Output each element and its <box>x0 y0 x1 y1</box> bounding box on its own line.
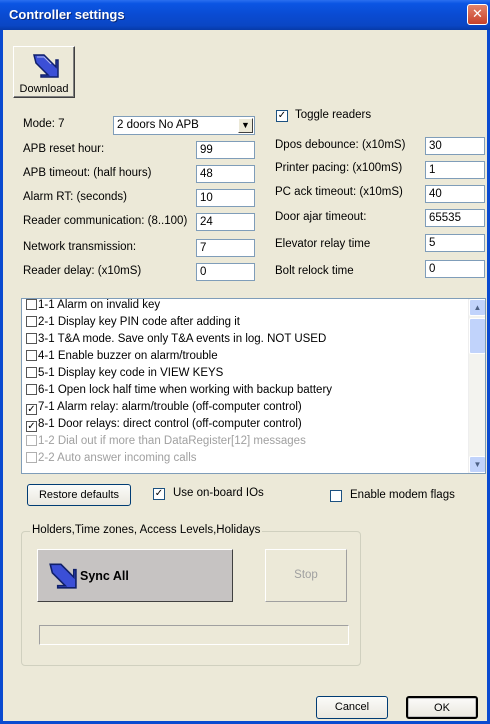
pc-ack-timeout-field[interactable]: 40 <box>425 185 485 203</box>
sync-group-legend: Holders,Time zones, Access Levels,Holida… <box>30 524 263 536</box>
bolt-relock-time-field[interactable]: 0 <box>425 260 485 278</box>
flag-checkbox[interactable] <box>26 367 37 378</box>
sync-all-label: Sync All <box>80 569 129 583</box>
flag-label: 7-1 Alarm relay: alarm/trouble (off-comp… <box>38 401 302 413</box>
sync-all-button[interactable]: Sync All <box>37 549 233 602</box>
reader-delay-label: Reader delay: (x10mS) <box>23 265 142 277</box>
flag-label: 2-1 Display key PIN code after adding it <box>38 316 240 328</box>
elevator-relay-time-field[interactable]: 5 <box>425 234 485 252</box>
flag-checkbox[interactable] <box>26 333 37 344</box>
flag-checkbox[interactable] <box>26 350 37 361</box>
list-item[interactable]: 3-1 T&A mode. Save only T&A events in lo… <box>22 333 485 350</box>
enable-modem-flags-label: Enable modem flags <box>350 489 455 501</box>
apb-reset-hour-field[interactable]: 99 <box>196 141 255 159</box>
close-icon[interactable]: ✕ <box>467 4 488 25</box>
flag-checkbox[interactable] <box>26 384 37 395</box>
flag-label: 8-1 Door relays: direct control (off-com… <box>38 418 302 430</box>
restore-defaults-button[interactable]: Restore defaults <box>27 484 131 506</box>
list-item[interactable]: 5-1 Display key code in VIEW KEYS <box>22 367 485 384</box>
flag-label: 4-1 Enable buzzer on alarm/trouble <box>38 350 218 362</box>
flag-checkbox[interactable]: ✓ <box>26 421 37 432</box>
list-item[interactable]: ✓ 7-1 Alarm relay: alarm/trouble (off-com… <box>22 401 485 418</box>
flags-scrollbar[interactable]: ▲ ▼ <box>468 299 485 473</box>
download-label: Download <box>19 83 69 95</box>
list-item[interactable]: 2-1 Display key PIN code after adding it <box>22 316 485 333</box>
list-item[interactable]: 2-2 Auto answer incoming calls <box>22 452 485 469</box>
use-onboard-ios-checkbox[interactable]: ✓ <box>153 488 165 500</box>
flag-label: 5-1 Display key code in VIEW KEYS <box>38 367 224 379</box>
dpos-debounce-label: Dpos debounce: (x10mS) <box>275 139 406 151</box>
list-item[interactable]: 1-1 Alarm on invalid key <box>22 299 485 316</box>
bolt-relock-time-label: Bolt relock time <box>275 265 354 277</box>
download-arrow-icon <box>33 54 59 78</box>
scroll-up-icon[interactable]: ▲ <box>469 299 485 316</box>
download-button[interactable]: Download <box>13 46 75 98</box>
flag-checkbox[interactable] <box>26 299 37 310</box>
controller-settings-window: Controller settings ✕ Download Mode: 7 2… <box>0 0 490 724</box>
door-ajar-timeout-label: Door ajar timeout: <box>275 211 367 223</box>
flag-label: 3-1 T&A mode. Save only T&A events in lo… <box>38 333 327 345</box>
apb-reset-hour-label: APB reset hour: <box>23 143 105 155</box>
toggle-readers-checkbox[interactable]: ✓ <box>276 110 288 122</box>
cancel-button[interactable]: Cancel <box>316 696 388 719</box>
flag-label: 1-1 Alarm on invalid key <box>38 299 161 311</box>
list-item[interactable]: ✓ 8-1 Door relays: direct control (off-co… <box>22 418 485 435</box>
printer-pacing-field[interactable]: 1 <box>425 161 485 179</box>
flag-checkbox[interactable]: ✓ <box>26 404 37 415</box>
mode-selected-value: 2 doors No APB <box>117 119 199 131</box>
list-item[interactable]: 1-2 Dial out if more than DataRegister[1… <box>22 435 485 452</box>
reader-communication-field[interactable]: 24 <box>196 213 255 231</box>
flag-checkbox[interactable] <box>26 435 37 446</box>
scroll-down-icon[interactable]: ▼ <box>469 456 485 473</box>
network-transmission-label: Network transmission: <box>23 241 137 253</box>
stop-button[interactable]: Stop <box>265 549 347 602</box>
window-title: Controller settings <box>9 7 125 22</box>
dpos-debounce-field[interactable]: 30 <box>425 137 485 155</box>
reader-communication-label: Reader communication: (8..100) <box>23 215 188 227</box>
chevron-down-icon[interactable]: ▼ <box>238 118 253 133</box>
printer-pacing-label: Printer pacing: (x100mS) <box>275 162 403 174</box>
title-bar[interactable]: Controller settings ✕ <box>0 0 490 30</box>
list-item[interactable]: 6-1 Open lock half time when working wit… <box>22 384 485 401</box>
pc-ack-timeout-label: PC ack timeout: (x10mS) <box>275 186 403 198</box>
apb-timeout-field[interactable]: 48 <box>196 165 255 183</box>
flag-checkbox[interactable] <box>26 316 37 327</box>
flag-label: 2-2 Auto answer incoming calls <box>38 452 197 464</box>
flags-rows: 1-1 Alarm on invalid key 2-1 Display key … <box>22 299 485 469</box>
mode-label: Mode: 7 <box>23 118 65 130</box>
scroll-thumb[interactable] <box>469 318 485 354</box>
door-ajar-timeout-field[interactable]: 65535 <box>425 209 485 227</box>
reader-delay-field[interactable]: 0 <box>196 263 255 281</box>
sync-progress-bar <box>39 625 349 645</box>
list-item[interactable]: 4-1 Enable buzzer on alarm/trouble <box>22 350 485 367</box>
alarm-rt-label: Alarm RT: (seconds) <box>23 191 127 203</box>
apb-timeout-label: APB timeout: (half hours) <box>23 167 152 179</box>
sync-arrow-icon <box>49 563 77 589</box>
network-transmission-field[interactable]: 7 <box>196 239 255 257</box>
flag-checkbox[interactable] <box>26 452 37 463</box>
mode-select[interactable]: 2 doors No APB ▼ <box>113 116 255 135</box>
enable-modem-flags-checkbox[interactable] <box>330 490 342 502</box>
flag-label: 1-2 Dial out if more than DataRegister[1… <box>38 435 306 447</box>
toggle-readers-label: Toggle readers <box>295 109 372 121</box>
use-onboard-ios-label: Use on-board IOs <box>173 487 264 499</box>
flag-label: 6-1 Open lock half time when working wit… <box>38 384 333 396</box>
alarm-rt-field[interactable]: 10 <box>196 189 255 207</box>
elevator-relay-time-label: Elevator relay time <box>275 238 371 250</box>
flags-list[interactable]: 1-1 Alarm on invalid key 2-1 Display key … <box>21 298 486 474</box>
ok-button[interactable]: OK <box>406 696 478 719</box>
